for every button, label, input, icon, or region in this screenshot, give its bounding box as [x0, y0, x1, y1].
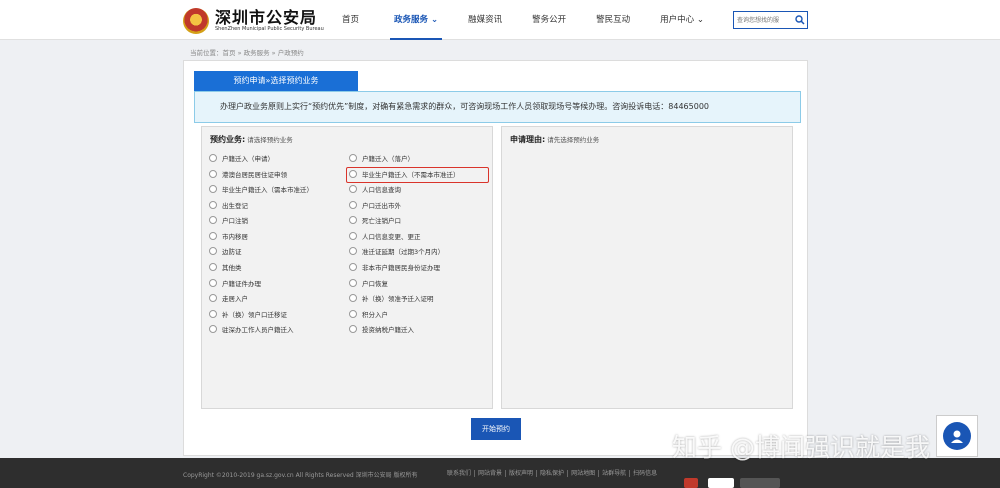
search-icon[interactable] — [792, 12, 807, 28]
radio-button[interactable] — [349, 232, 357, 240]
footer-link[interactable]: 站群导航 — [599, 470, 631, 477]
radio-button[interactable] — [209, 325, 217, 333]
footer-link[interactable]: 扫码信息 — [630, 470, 660, 477]
radio-button[interactable] — [349, 154, 357, 162]
radio-button[interactable] — [349, 294, 357, 302]
business-option[interactable]: 户口注销 — [209, 214, 248, 226]
radio-button[interactable] — [209, 263, 217, 271]
top-header: 深圳市公安局 ShenZhen Municipal Public Securit… — [0, 0, 1000, 40]
reason-box: 申请理由: 请先选择预约业务 — [501, 126, 793, 409]
radio-button[interactable] — [209, 294, 217, 302]
footer-link[interactable]: 联系我们 — [444, 470, 476, 477]
assistant-icon — [943, 422, 971, 450]
business-option[interactable]: 其他类 — [209, 261, 242, 273]
red-highlight-box — [346, 167, 489, 183]
business-option[interactable]: 死亡注销户口 — [349, 214, 401, 226]
party-badge-icon[interactable] — [684, 478, 698, 488]
radio-button[interactable] — [209, 154, 217, 162]
chevron-down-icon: ⌄ — [694, 15, 705, 25]
radio-button[interactable] — [209, 170, 217, 178]
footer-link[interactable]: 网站背景 — [475, 470, 507, 477]
logo-title: 深圳市公安局 — [215, 8, 318, 27]
footer-link[interactable]: 版权声明 — [506, 470, 538, 477]
site-logo[interactable]: 深圳市公安局 ShenZhen Municipal Public Securit… — [183, 6, 324, 36]
business-select-box: 预约业务: 请选择预约业务 户籍迁入（申请） 港澳台居民居住证申领 毕业生户籍迁入… — [201, 126, 493, 409]
radio-button[interactable] — [209, 310, 217, 318]
nav-police-affairs[interactable]: 警务公开 — [522, 0, 576, 40]
radio-button[interactable] — [209, 185, 217, 193]
footer-links: 联系我们 网站背景 版权声明 隐私保护 网站地图 站群导航 扫码信息 — [444, 470, 660, 477]
business-option[interactable]: 户籍迁入（申请） — [209, 152, 274, 164]
chevron-down-icon: ⌄ — [428, 15, 439, 25]
nav-user-center[interactable]: 用户中心 ⌄ — [650, 0, 714, 40]
business-option[interactable]: 投资纳税户籍迁入 — [349, 323, 414, 335]
business-option[interactable]: 户口迁出市外 — [349, 199, 401, 211]
business-option[interactable]: 户籍证件办理 — [209, 277, 261, 289]
nav-government-services[interactable]: 政务服务 ⌄ — [384, 0, 448, 40]
business-option[interactable]: 驻深办工作人员户籍迁入 — [209, 323, 294, 335]
business-option[interactable]: 非本市户籍居民身份证办理 — [349, 261, 440, 273]
nav-home[interactable]: 首页 — [332, 0, 369, 40]
nav-police-interaction[interactable]: 警民互动 — [586, 0, 640, 40]
footer-link[interactable]: 隐私保护 — [537, 470, 569, 477]
nav-media-news[interactable]: 融媒资讯 — [458, 0, 512, 40]
logo-subtitle: ShenZhen Municipal Public Security Burea… — [215, 26, 324, 32]
business-option[interactable]: 补（换）领户口迁移证 — [209, 308, 287, 320]
radio-button[interactable] — [349, 185, 357, 193]
reason-title: 申请理由: 请先选择预约业务 — [510, 135, 600, 144]
business-option[interactable]: 出生登记 — [209, 199, 248, 211]
appointment-panel: 预约申请»选择预约业务 办理户政业务原则上实行“预约优先”制度，对确有紧急需求的… — [183, 60, 808, 456]
radio-button[interactable] — [209, 201, 217, 209]
business-option[interactable]: 积分入户 — [349, 308, 388, 320]
site-footer: CopyRight ©2010-2019 ga.sz.gov.cn All Ri… — [0, 458, 1000, 488]
search-box — [733, 11, 808, 29]
radio-button[interactable] — [349, 279, 357, 287]
gov-badge-icon[interactable] — [708, 478, 734, 488]
business-option[interactable]: 港澳台居民居住证申领 — [209, 168, 287, 180]
footer-link[interactable]: 网站地图 — [568, 470, 600, 477]
radio-button[interactable] — [349, 201, 357, 209]
radio-button[interactable] — [349, 216, 357, 224]
business-option[interactable]: 市内移居 — [209, 230, 248, 242]
business-title: 预约业务: 请选择预约业务 — [210, 135, 293, 144]
start-appointment-button[interactable]: 开始预约 — [471, 418, 521, 440]
floating-assistant[interactable] — [936, 415, 978, 457]
radio-button[interactable] — [209, 232, 217, 240]
search-input[interactable] — [734, 12, 792, 28]
business-option[interactable]: 补（换）领准予迁入证明 — [349, 292, 434, 304]
business-option[interactable]: 户口恢复 — [349, 277, 388, 289]
police-emblem-icon — [183, 8, 209, 34]
radio-button[interactable] — [209, 216, 217, 224]
radio-button[interactable] — [349, 263, 357, 271]
business-option[interactable]: 边防证 — [209, 245, 242, 257]
business-option[interactable]: 人口信息查询 — [349, 183, 401, 195]
main-nav: 首页 政务服务 ⌄ 融媒资讯 警务公开 警民互动 用户中心 ⌄ — [332, 0, 714, 40]
radio-button[interactable] — [349, 247, 357, 255]
breadcrumb: 当前位置：首页 » 政务服务 » 户政预约 — [190, 49, 304, 57]
business-option[interactable]: 准迁证延期（过期3个月内） — [349, 245, 444, 257]
tab-appointment-select[interactable]: 预约申请»选择预约业务 — [194, 71, 358, 91]
business-option[interactable]: 毕业生户籍迁入（需本市准迁） — [209, 183, 313, 195]
copyright-text: CopyRight ©2010-2019 ga.sz.gov.cn All Ri… — [183, 472, 418, 479]
notice-banner: 办理户政业务原则上实行“预约优先”制度，对确有紧急需求的群众，可咨询现场工作人员… — [194, 91, 801, 123]
radio-button[interactable] — [209, 247, 217, 255]
business-option[interactable]: 户籍迁入（落户） — [349, 152, 414, 164]
radio-button[interactable] — [209, 279, 217, 287]
radio-button[interactable] — [349, 310, 357, 318]
business-option[interactable]: 走居入户 — [209, 292, 248, 304]
business-option[interactable]: 人口信息变更、更正 — [349, 230, 421, 242]
report-badge-icon[interactable] — [740, 478, 780, 488]
radio-button[interactable] — [349, 325, 357, 333]
